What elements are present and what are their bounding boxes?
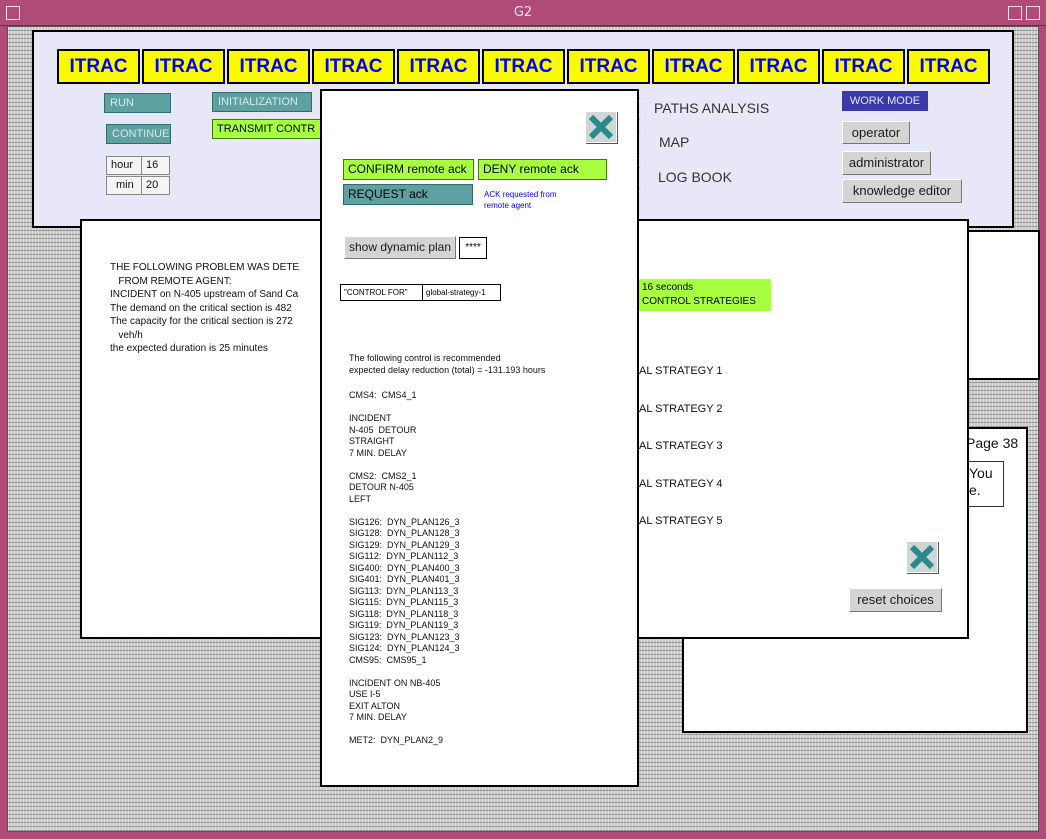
control-for-field[interactable]: "CONTROL FOR" global-strategy-1 xyxy=(340,284,501,301)
initialization-button[interactable]: INITIALIZATION xyxy=(212,92,312,112)
problem-line: veh/h xyxy=(110,329,143,341)
divider xyxy=(422,285,423,300)
itrac-button[interactable]: ITRAC xyxy=(312,49,395,84)
problem-line: the expected duration is 25 minutes xyxy=(110,343,268,354)
strategy-option[interactable]: AL STRATEGY 4 xyxy=(639,478,723,490)
work-mode-label: WORK MODE xyxy=(842,91,928,111)
knowledge-editor-button[interactable]: knowledge editor xyxy=(842,179,962,203)
itrac-button[interactable]: ITRAC xyxy=(907,49,990,84)
divider xyxy=(141,157,142,174)
control-strategies-title: CONTROL STRATEGIES xyxy=(642,296,756,307)
problem-line: INCIDENT on N-405 upstream of Sand Ca xyxy=(110,289,299,300)
confirm-remote-ack-button[interactable]: CONFIRM remote ack xyxy=(343,159,474,180)
ack-note: ACK requested from remote agent xyxy=(484,190,557,210)
window-titlebar[interactable]: G2 xyxy=(0,0,1046,26)
close-x-icon[interactable] xyxy=(906,541,938,573)
divider xyxy=(141,177,142,194)
strategy-option[interactable]: AL STRATEGY 3 xyxy=(639,440,723,452)
itrac-button[interactable]: ITRAC xyxy=(142,49,225,84)
min-value: 20 xyxy=(146,179,159,191)
paths-analysis-label[interactable]: PATHS ANALYSIS xyxy=(654,100,769,116)
problem-line: The capacity for the critical section is… xyxy=(110,316,293,327)
hour-label: hour xyxy=(111,159,134,171)
request-ack-button[interactable]: REQUEST ack xyxy=(343,184,473,205)
initialization-label: INITIALIZATION xyxy=(218,96,298,108)
transmit-label: TRANSMIT CONTR xyxy=(217,123,316,135)
itrac-button[interactable]: ITRAC xyxy=(737,49,820,84)
page-text-line1: You xyxy=(969,465,993,481)
minimize-icon[interactable] xyxy=(1008,6,1022,20)
itrac-button[interactable]: ITRAC xyxy=(567,49,650,84)
plan-text: CMS4: CMS4_1 INCIDENT N-405 DETOUR STRAI… xyxy=(349,390,460,745)
problem-line: The demand on the critical section is 48… xyxy=(110,302,292,314)
hour-field[interactable]: hour 16 xyxy=(106,156,170,175)
run-button[interactable]: RUN xyxy=(104,93,171,113)
operator-button[interactable]: operator xyxy=(842,121,910,144)
problem-line: THE FOLLOWING PROBLEM WAS DETE xyxy=(110,262,300,273)
reset-choices-button[interactable]: reset choices xyxy=(849,588,942,612)
maximize-icon[interactable] xyxy=(1026,6,1040,20)
control-for-value: global-strategy-1 xyxy=(426,288,486,297)
problem-line: FROM REMOTE AGENT: xyxy=(110,275,232,287)
hour-value: 16 xyxy=(146,159,159,171)
itrac-button[interactable]: ITRAC xyxy=(482,49,565,84)
time-text: 16 seconds xyxy=(642,282,694,293)
itrac-button[interactable]: ITRAC xyxy=(397,49,480,84)
show-dynamic-plan-button[interactable]: show dynamic plan xyxy=(344,236,456,259)
continue-button[interactable]: CONTINUE xyxy=(106,124,171,144)
strategy-option[interactable]: AL STRATEGY 1 xyxy=(639,365,723,377)
deny-remote-ack-button[interactable]: DENY remote ack xyxy=(478,159,607,180)
continue-label: CONTINUE xyxy=(112,128,170,140)
strategy-option[interactable]: AL STRATEGY 2 xyxy=(639,403,723,415)
control-strategies-header: 16 seconds CONTROL STRATEGIES xyxy=(637,279,771,311)
recommendation-text: The following control is recommended exp… xyxy=(349,353,546,375)
window-title: G2 xyxy=(513,5,533,20)
itrac-button[interactable]: ITRAC xyxy=(652,49,735,84)
itrac-button[interactable]: ITRAC xyxy=(822,49,905,84)
run-label: RUN xyxy=(110,97,134,109)
itrac-button[interactable]: ITRAC xyxy=(57,49,140,84)
administrator-button[interactable]: administrator xyxy=(842,151,931,175)
min-field[interactable]: min 20 xyxy=(106,176,170,195)
close-x-icon[interactable] xyxy=(585,111,617,143)
log-book-label[interactable]: LOG BOOK xyxy=(658,169,732,185)
page-number: Page 38 xyxy=(966,435,1019,451)
page-text-box: You e. xyxy=(964,461,1004,507)
itrac-button[interactable]: ITRAC xyxy=(227,49,310,84)
plan-stars-field[interactable]: **** xyxy=(459,237,487,259)
page-text-line2: e. xyxy=(969,482,981,498)
map-label[interactable]: MAP xyxy=(659,134,689,150)
control-for-label: "CONTROL FOR" xyxy=(344,288,408,297)
min-label: min xyxy=(116,179,134,191)
strategy-option[interactable]: AL STRATEGY 5 xyxy=(639,515,723,527)
transmit-control-button[interactable]: TRANSMIT CONTR xyxy=(212,119,322,139)
menu-icon[interactable] xyxy=(6,6,20,20)
